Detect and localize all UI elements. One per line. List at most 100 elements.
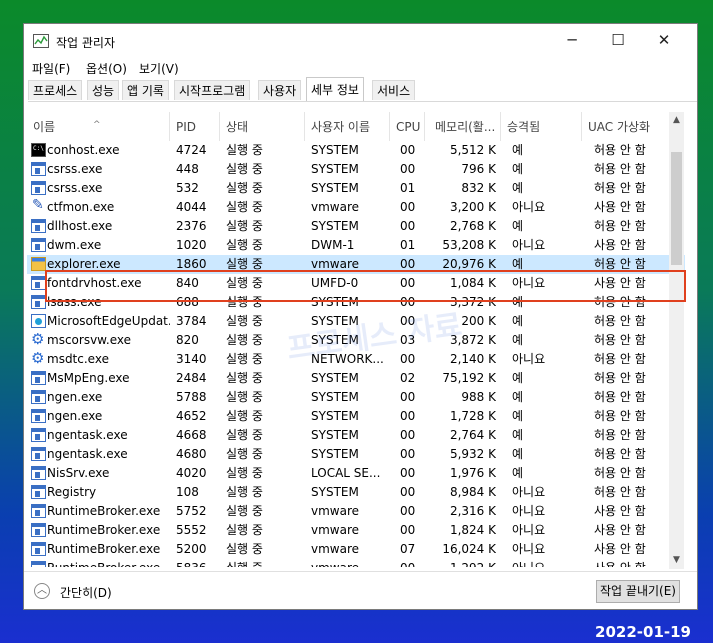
title-bar[interactable]: 작업 관리자 ─ ☐ ✕ (24, 24, 697, 59)
cell-name: RuntimeBroker.exe (47, 523, 161, 537)
collapse-button[interactable]: 간단히(D) (60, 584, 112, 601)
cell-pid: 3140 (176, 352, 207, 366)
cell-pid: 3784 (176, 314, 207, 328)
cell-name: NisSrv.exe (47, 466, 110, 480)
table-row[interactable]: ngentask.exe 4680 실행 중 SYSTEM 00 5,932 K 예 허용 안… (27, 445, 685, 464)
table-row[interactable]: RuntimeBroker.exe 5200 실행 중 vmware 07 16,024 … (27, 540, 685, 559)
tab-processes[interactable]: 프로세스 (28, 80, 83, 100)
cell-status: 실행 중 (226, 409, 263, 423)
cell-mem: 1,824 K (449, 523, 496, 537)
vertical-scrollbar[interactable]: ▲ ▼ (669, 112, 684, 569)
table-row[interactable]: conhost.exe 4724 실행 중 SYSTEM 00 5,512 K 예 허용 안 … (27, 141, 685, 160)
cell-pid: 4020 (176, 466, 207, 480)
cell-pid: 2376 (176, 219, 207, 233)
close-button[interactable]: ✕ (641, 24, 687, 57)
column-header-cpu[interactable]: CPU (390, 112, 425, 141)
cell-user: DWM-1 (311, 238, 355, 252)
table-row[interactable]: Registry 108 실행 중 SYSTEM 00 8,984 K 아니요 허용 안 함 (27, 483, 685, 502)
scrollbar-thumb[interactable] (671, 152, 682, 265)
end-task-button[interactable]: 작업 끝내기(E) (596, 580, 680, 603)
window-icon (31, 428, 46, 442)
window-icon (31, 466, 46, 480)
table-row[interactable]: NisSrv.exe 4020 실행 중 LOCAL SE... 00 1,976 K 예 허… (27, 464, 685, 483)
scroll-up-arrow-icon[interactable]: ▲ (669, 112, 684, 129)
tab-services[interactable]: 서비스 (372, 80, 416, 100)
table-row[interactable]: ngentask.exe 4668 실행 중 SYSTEM 00 2,764 K 예 허용 안… (27, 426, 685, 445)
cell-name: msdtc.exe (47, 352, 109, 366)
maximize-button[interactable]: ☐ (595, 24, 641, 57)
column-header-memory[interactable]: 메모리(활... (425, 112, 501, 141)
menu-view[interactable]: 보기(V) (139, 60, 179, 77)
cell-cpu: 02 (400, 371, 416, 385)
column-header-pid[interactable]: PID (170, 112, 220, 141)
table-row[interactable]: dllhost.exe 2376 실행 중 SYSTEM 00 2,768 K 예 허용 안 … (27, 217, 685, 236)
tab-app-history[interactable]: 앱 기록 (122, 80, 169, 100)
cell-pid: 532 (176, 181, 199, 195)
cell-status: 실행 중 (226, 238, 263, 252)
cell-status: 실행 중 (226, 219, 263, 233)
table-row[interactable]: MsMpEng.exe 2484 실행 중 SYSTEM 02 75,192 K 예 허용 안… (27, 369, 685, 388)
cell-elev: 예 (512, 314, 524, 328)
cell-mem: 5,932 K (449, 447, 496, 461)
cell-elev: 아니요 (512, 559, 582, 567)
cell-uac: 허용 안 함 (594, 143, 646, 157)
cell-pid: 4724 (176, 143, 207, 157)
table-row[interactable]: ctfmon.exe 4044 실행 중 vmware 00 3,200 K 아니요 사용 안… (27, 197, 685, 217)
column-header-elevated[interactable]: 승격됨 (501, 112, 582, 141)
column-header-user[interactable]: 사용자 이름 (305, 112, 390, 141)
cell-pid: 5752 (176, 504, 207, 518)
cell-elev: 아니요 (512, 504, 546, 518)
table-row[interactable]: RuntimeBroker.exe 5552 실행 중 vmware 00 1,824 K… (27, 521, 685, 540)
cell-elev: 예 (512, 333, 524, 347)
cell-cpu: 00 (400, 390, 416, 404)
cell-uac: 사용 안 함 (594, 238, 646, 252)
cell-user: SYSTEM (311, 162, 359, 176)
date-stamp: 2022-01-19 (595, 623, 691, 641)
scroll-down-arrow-icon[interactable]: ▼ (669, 552, 684, 569)
cell-name: ngen.exe (47, 390, 103, 404)
cell-user: vmware (311, 523, 360, 537)
cell-name: RuntimeBroker.exe (47, 504, 161, 518)
cell-user: SYSTEM (311, 409, 359, 423)
window-icon (31, 371, 46, 385)
table-row[interactable]: csrss.exe 532 실행 중 SYSTEM 01 832 K 예 허용 안 함 (27, 179, 685, 198)
window-icon (31, 276, 46, 290)
cell-pid: 5552 (176, 523, 207, 537)
cell-cpu: 00 (400, 485, 416, 499)
cell-pid: 1020 (176, 238, 207, 252)
cell-status: 실행 중 (226, 559, 305, 567)
cell-elev: 예 (512, 219, 524, 233)
cell-elev: 아니요 (512, 238, 546, 252)
gear-icon (31, 330, 46, 348)
cell-name: MicrosoftEdgeUpdat... (47, 314, 170, 328)
table-row[interactable]: RuntimeBroker.exe 5836 실행 중 vmware 001,292 K… (27, 559, 685, 567)
tab-startup[interactable]: 시작프로그램 (174, 80, 251, 100)
cell-uac: 허용 안 함 (594, 162, 646, 176)
table-row[interactable]: dwm.exe 1020 실행 중 DWM-1 01 53,208 K 아니요 사용 안 함 (27, 236, 685, 255)
window-icon (31, 238, 46, 252)
window-icon (31, 561, 46, 567)
task-manager-window: 작업 관리자 ─ ☐ ✕ 파일(F) 옵션(O) 보기(V) 프로세스 성능 앱… (23, 23, 698, 610)
menu-options[interactable]: 옵션(O) (86, 60, 127, 77)
menu-file[interactable]: 파일(F) (32, 60, 70, 77)
cell-user: SYSTEM (311, 143, 359, 157)
menu-bar: 파일(F) 옵션(O) 보기(V) (24, 59, 697, 79)
cell-user: SYSTEM (311, 485, 359, 499)
column-header-uac[interactable]: UAC 가상화 (582, 112, 670, 141)
cell-user: vmware (311, 559, 390, 567)
tab-details[interactable]: 세부 정보 (306, 77, 364, 101)
table-row[interactable]: ngen.exe 5788 실행 중 SYSTEM 00 988 K 예 허용 안 함 (27, 388, 685, 407)
table-row[interactable]: RuntimeBroker.exe 5752 실행 중 vmware 00 2,316 K… (27, 502, 685, 521)
cell-user: vmware (311, 200, 360, 214)
chevron-up-icon[interactable]: ︿ (34, 583, 50, 599)
tab-users[interactable]: 사용자 (258, 80, 302, 100)
cell-elev: 예 (512, 371, 524, 385)
cell-name: RuntimeBroker.exe (47, 559, 170, 567)
table-row[interactable]: csrss.exe 448 실행 중 SYSTEM 00 796 K 예 허용 안 함 (27, 160, 685, 179)
column-header-status[interactable]: 상태 (220, 112, 305, 141)
cell-mem: 75,192 K (442, 371, 496, 385)
tab-performance[interactable]: 성능 (87, 80, 120, 100)
minimize-button[interactable]: ─ (549, 24, 595, 57)
table-row[interactable]: ngen.exe 4652 실행 중 SYSTEM 00 1,728 K 예 허용 안 함 (27, 407, 685, 426)
column-header-name[interactable]: 이름 ^ (27, 112, 170, 141)
